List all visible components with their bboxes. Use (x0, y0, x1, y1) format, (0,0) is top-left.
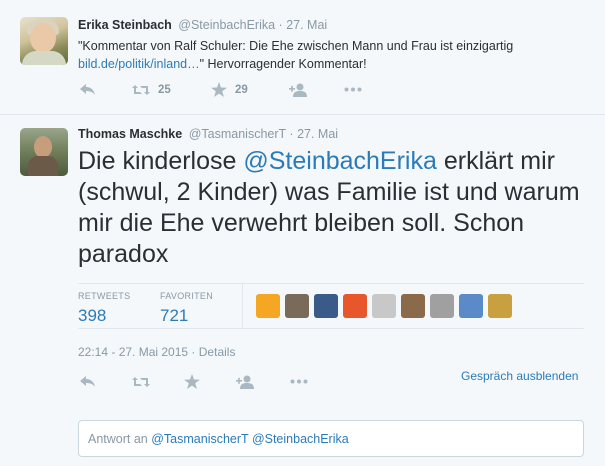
follow-button[interactable] (236, 375, 290, 389)
avatar-erika-steinbach[interactable] (20, 17, 68, 65)
retweet-count: 25 (158, 83, 171, 96)
more-icon (290, 379, 308, 384)
retweet-icon (132, 84, 150, 95)
more-button[interactable] (290, 379, 308, 384)
favorite-count: 29 (235, 83, 248, 96)
favoriter-avatar[interactable] (488, 294, 512, 318)
more-icon (344, 87, 362, 92)
reply-button[interactable] (80, 375, 132, 388)
reply-input[interactable]: Antwort an @TasmanischerT @SteinbachErik… (78, 420, 584, 457)
more-button[interactable] (344, 87, 362, 92)
favoriter-avatar[interactable] (401, 294, 425, 318)
favorite-button[interactable] (184, 374, 236, 389)
favoriter-avatars (256, 294, 517, 318)
tweet-text: "Kommentar von Ralf Schuler: Die Ehe zwi… (78, 37, 598, 73)
star-icon (211, 82, 227, 97)
follow-icon (289, 83, 307, 97)
reply-mention-2: @SteinbachErika (251, 432, 349, 446)
tweet-header: Erika Steinbach @SteinbachErika · 27. Ma… (78, 18, 327, 32)
separator: · (289, 127, 294, 141)
retweet-icon (132, 376, 150, 387)
tweet-text-line: "Kommentar von Ralf Schuler: Die Ehe zwi… (78, 39, 514, 53)
favorites-stat[interactable]: FAVORITEN 721 (160, 291, 213, 326)
tweet-text: Die kinderlose @SteinbachErika erklärt m… (78, 146, 583, 270)
user-name[interactable]: Thomas Maschke (78, 127, 182, 141)
tweet-stats: RETWEETS 398 FAVORITEN 721 (78, 283, 584, 329)
tweet-meta: 22:14 - 27. Mai 2015 · Details (78, 345, 235, 359)
avatar-thomas-maschke[interactable] (20, 128, 68, 176)
favorites-count: 721 (160, 306, 189, 325)
favoriter-avatar[interactable] (343, 294, 367, 318)
favoriter-avatar[interactable] (372, 294, 396, 318)
tweet-header: Thomas Maschke @TasmanischerT · 27. Mai (78, 127, 338, 141)
favoriter-avatar[interactable] (459, 294, 483, 318)
follow-icon (236, 375, 254, 389)
favorites-label: FAVORITEN (160, 291, 214, 301)
meta-separator: · (191, 345, 196, 359)
retweets-stat[interactable]: RETWEETS 398 (78, 291, 130, 326)
user-handle[interactable]: @SteinbachErika (178, 18, 275, 32)
tweet-timestamp: 22:14 - 27. Mai 2015 (78, 345, 189, 359)
favoriter-avatar[interactable] (285, 294, 309, 318)
reply-icon (80, 375, 95, 387)
reply-button[interactable] (80, 83, 132, 96)
favoriter-avatar[interactable] (430, 294, 454, 318)
favoriter-avatar[interactable] (256, 294, 280, 318)
tweet-actions (80, 374, 308, 389)
star-icon (184, 374, 200, 389)
tweet-actions: 25 29 (80, 82, 362, 97)
tweet-text-start: Die kinderlose (78, 147, 244, 175)
retweet-button[interactable] (132, 376, 184, 388)
retweets-count: 398 (78, 306, 107, 325)
reply-icon (80, 83, 95, 95)
details-link[interactable]: Details (199, 345, 236, 359)
tweet-date[interactable]: 27. Mai (297, 127, 338, 141)
tweet-erika-steinbach[interactable]: Erika Steinbach @SteinbachErika · 27. Ma… (0, 0, 605, 115)
retweet-button[interactable]: 25 (132, 84, 211, 96)
tweet-date[interactable]: 27. Mai (286, 18, 327, 32)
tweet-link[interactable]: bild.de/politik/inland… (78, 57, 200, 71)
tweet-mention[interactable]: @SteinbachErika (243, 147, 437, 175)
follow-button[interactable] (289, 83, 344, 97)
hide-conversation-link[interactable]: Gespräch ausblenden (461, 369, 578, 383)
stats-divider (242, 284, 243, 329)
tweet-text-tail: " Hervorragender Kommentar! (199, 57, 367, 71)
favoriter-avatar[interactable] (314, 294, 338, 318)
user-name[interactable]: Erika Steinbach (78, 18, 172, 32)
user-handle[interactable]: @TasmanischerT (189, 127, 286, 141)
separator: · (278, 18, 283, 32)
retweets-label: RETWEETS (78, 291, 131, 301)
reply-prefix: Antwort an (88, 432, 152, 446)
favorite-button[interactable]: 29 (211, 82, 289, 97)
reply-mention-1: @TasmanischerT (151, 432, 249, 446)
